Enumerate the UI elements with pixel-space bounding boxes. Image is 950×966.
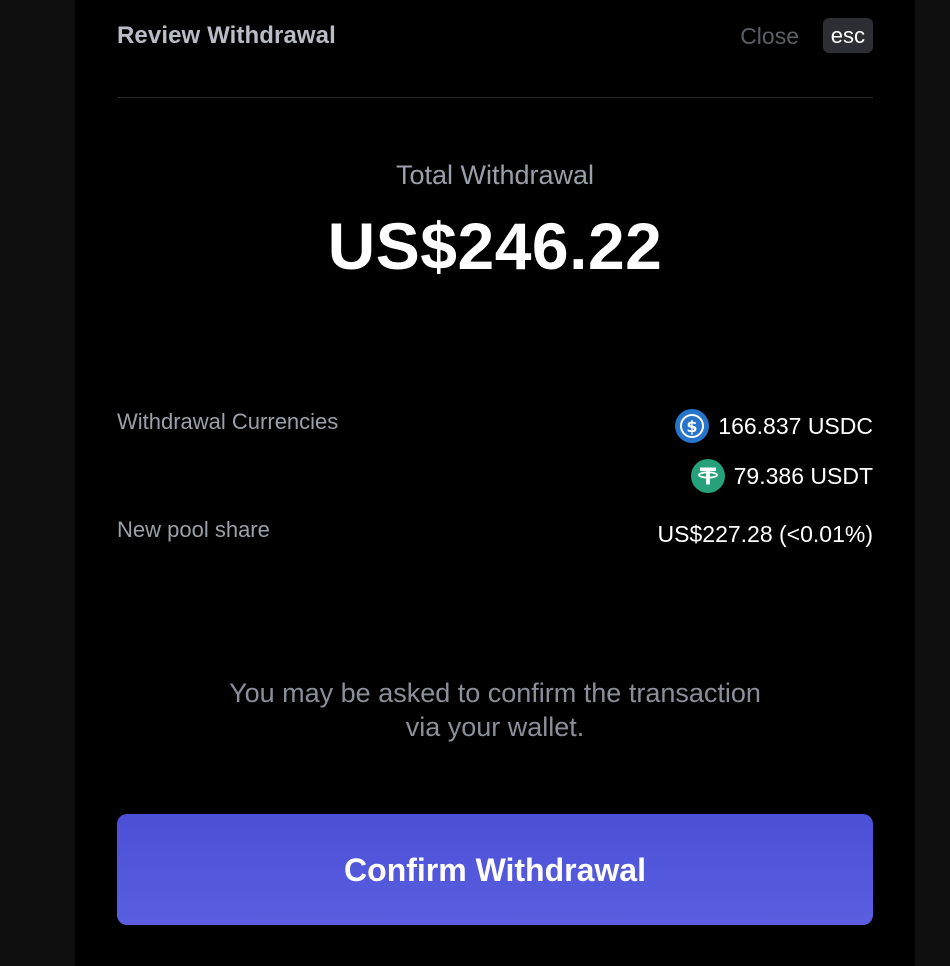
currency-amount-usdt: 79.386 USDT xyxy=(733,462,873,489)
usdc-icon: $ xyxy=(675,409,710,443)
svg-text:$: $ xyxy=(687,417,698,436)
currency-amount-usdc: 166.837 USDC xyxy=(718,412,873,439)
total-withdrawal-label: Total Withdrawal xyxy=(395,160,595,190)
withdrawal-currencies-label: Withdrawal Currencies xyxy=(117,409,339,434)
note-line-2: via your wallet. xyxy=(405,712,585,742)
esc-key-hint[interactable]: esc xyxy=(822,18,873,53)
close-button[interactable]: Close xyxy=(740,23,799,50)
currency-row-usdc: $ 166.837 USDC xyxy=(675,409,873,443)
currency-row-usdt: 79.386 USDT xyxy=(690,459,873,493)
modal-header: Review Withdrawal Close esc xyxy=(117,0,873,98)
confirm-withdrawal-button[interactable]: Confirm Withdrawal xyxy=(117,814,873,925)
pool-share-value: US$227.28 (<0.01%) xyxy=(658,521,873,548)
note-line-1: You may be asked to confirm the transact… xyxy=(229,678,761,708)
modal-title: Review Withdrawal xyxy=(117,22,336,49)
total-withdrawal-amount: US$246.22 xyxy=(327,209,663,283)
usdt-icon xyxy=(690,459,725,493)
wallet-confirmation-note: You may be asked to confirm the transact… xyxy=(75,676,915,744)
pool-share-amount: US$227.28 (<0.01%) xyxy=(657,521,873,547)
pool-share-label: New pool share xyxy=(117,517,270,542)
review-withdrawal-modal: Review Withdrawal Close esc Total Withdr… xyxy=(75,0,915,966)
